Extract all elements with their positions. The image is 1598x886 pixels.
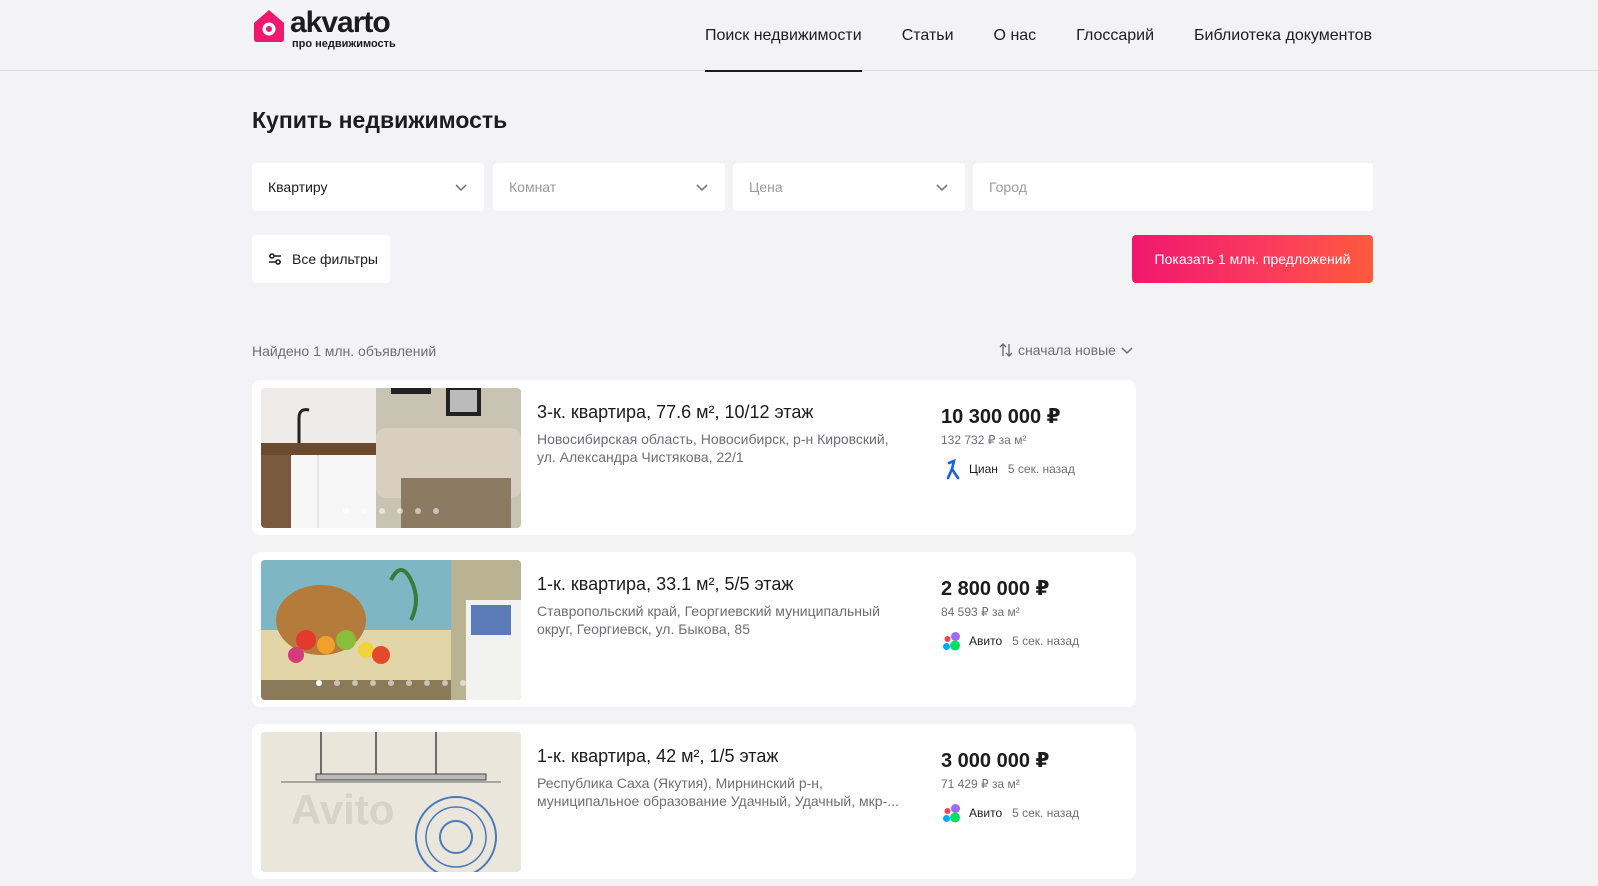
listing-time: 5 сек. назад: [1012, 806, 1080, 820]
listing-photo[interactable]: Avito: [261, 732, 521, 872]
photo-pagination: [261, 680, 521, 686]
nav-item-documents[interactable]: Библиотека документов: [1194, 0, 1372, 71]
listing-price: 10 300 000 ₽: [941, 406, 1061, 428]
svg-text:Avito: Avito: [291, 786, 394, 833]
listing-source: Авито 5 сек. назад: [941, 802, 1079, 824]
city-input[interactable]: Город: [973, 163, 1373, 211]
cian-logo-icon: [946, 458, 960, 480]
listing-address: Республика Саха (Якутия), Мирнинский р-н…: [537, 775, 899, 809]
listing-address: Новосибирская область, Новосибирск, р-н …: [537, 431, 889, 465]
logo-house-icon: [254, 10, 284, 42]
listing-price-per-m2: 71 429 ₽ за м²: [941, 777, 1020, 791]
listing-card[interactable]: 3-к. квартира, 77.6 м², 10/12 этаж Новос…: [252, 380, 1136, 535]
logo-tagline: про недвижимость: [292, 38, 396, 50]
sort-arrows-icon: [999, 343, 1013, 357]
all-filters-button[interactable]: Все фильтры: [252, 235, 390, 283]
sort-select[interactable]: сначала новые: [998, 342, 1134, 358]
avito-logo-icon: [943, 632, 960, 651]
price-select[interactable]: Цена: [733, 163, 965, 211]
listing-time: 5 сек. назад: [1012, 634, 1080, 648]
property-type-value: Квартиру: [268, 179, 328, 195]
listing-source: Циан 5 сек. назад: [941, 458, 1075, 480]
nav-item-about[interactable]: О нас: [994, 0, 1037, 71]
all-filters-label: Все фильтры: [292, 251, 378, 267]
avito-logo-icon: [943, 804, 960, 823]
listing-card[interactable]: 1-к. квартира, 33.1 м², 5/5 этаж Ставроп…: [252, 552, 1136, 707]
site-header: akvarto про недвижимость Поиск недвижимо…: [0, 0, 1598, 72]
logo-word: akvarto: [290, 6, 391, 39]
listing-price-per-m2: 132 732 ₽ за м²: [941, 433, 1027, 447]
listing-address: Ставропольский край, Георгиевский муници…: [537, 603, 880, 637]
price-placeholder: Цена: [749, 179, 783, 195]
listing-price: 2 800 000 ₽: [941, 578, 1050, 600]
nav-item-articles[interactable]: Статьи: [902, 0, 954, 71]
rooms-placeholder: Комнат: [509, 179, 557, 195]
chevron-down-icon: [936, 184, 948, 192]
city-placeholder: Город: [989, 179, 1027, 195]
photo-pagination: [261, 508, 521, 514]
show-offers-button[interactable]: Показать 1 млн. предложений: [1132, 235, 1373, 283]
fruit-painting-photo-image: [261, 560, 521, 700]
listing-photo[interactable]: [261, 388, 521, 528]
listing-price-per-m2: 84 593 ₽ за м²: [941, 605, 1020, 619]
page-title: Купить недвижимость: [252, 107, 508, 133]
chevron-down-icon: [1121, 347, 1133, 355]
sort-label: сначала новые: [1018, 342, 1116, 358]
nav-item-search[interactable]: Поиск недвижимости: [704, 0, 862, 72]
source-name: Авито: [969, 806, 1003, 820]
chevron-down-icon: [696, 184, 708, 192]
listing-card[interactable]: Avito 1-к. квартира, 42 м², 1/5 этаж Рес…: [252, 724, 1136, 879]
source-name: Циан: [969, 462, 998, 476]
main-nav: Поиск недвижимости Статьи О нас Глоссари…: [665, 0, 1372, 72]
chevron-down-icon: [455, 184, 467, 192]
listing-title[interactable]: 1-к. квартира, 33.1 м², 5/5 этаж: [537, 574, 793, 595]
filter-sliders-icon: [269, 253, 281, 265]
listing-title[interactable]: 1-к. квартира, 42 м², 1/5 этаж: [537, 746, 778, 767]
floor-plan-photo-image: Avito: [261, 732, 521, 872]
source-name: Авито: [969, 634, 1003, 648]
listing-time: 5 сек. назад: [1007, 462, 1075, 476]
listing-photo[interactable]: [261, 560, 521, 700]
listing-title[interactable]: 3-к. квартира, 77.6 м², 10/12 этаж: [537, 402, 813, 423]
rooms-select[interactable]: Комнат: [493, 163, 725, 211]
kitchen-photo-image: [261, 388, 521, 528]
property-type-select[interactable]: Квартиру: [252, 163, 484, 211]
logo[interactable]: akvarto про недвижимость: [252, 8, 396, 50]
listing-price: 3 000 000 ₽: [941, 750, 1050, 772]
listing-source: Авито 5 сек. назад: [941, 630, 1079, 652]
results-count: Найдено 1 млн. объявлений: [252, 343, 437, 359]
nav-item-glossary[interactable]: Глоссарий: [1076, 0, 1154, 71]
